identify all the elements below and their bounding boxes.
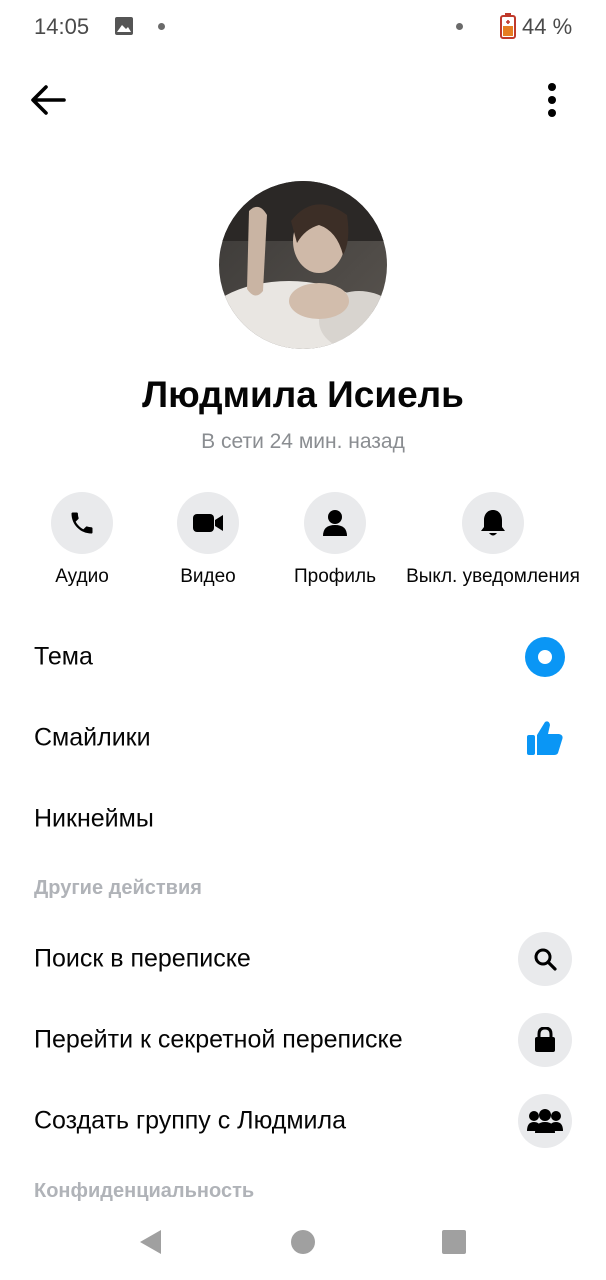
theme-label: Тема xyxy=(34,642,93,671)
group-circle xyxy=(518,1094,572,1148)
arrow-left-icon xyxy=(31,85,66,115)
navigation-bar xyxy=(0,1204,606,1280)
nav-back-button[interactable] xyxy=(132,1226,168,1258)
battery-saver-icon xyxy=(500,13,516,39)
nicknames-row[interactable]: Никнеймы xyxy=(0,779,606,859)
audio-label: Аудио xyxy=(55,566,109,587)
video-call-circle xyxy=(177,492,239,554)
other-actions-header: Другие действия xyxy=(34,877,202,899)
bell-icon xyxy=(481,510,505,536)
status-time: 14:05 xyxy=(34,14,90,39)
emoji-indicator xyxy=(525,718,565,758)
theme-color-icon xyxy=(525,637,565,677)
more-vertical-icon xyxy=(548,83,556,117)
video-icon xyxy=(193,514,223,532)
mute-notifications-circle xyxy=(462,492,524,554)
audio-call-circle xyxy=(51,492,113,554)
audio-call-button[interactable]: Аудио xyxy=(32,492,132,588)
search-circle xyxy=(518,932,572,986)
emoji-row[interactable]: Смайлики xyxy=(0,698,606,778)
video-call-button[interactable]: Видео xyxy=(158,492,258,588)
battery-percent: 44 % xyxy=(522,14,573,39)
emoji-label: Смайлики xyxy=(34,723,151,752)
secret-conversation-row[interactable]: Перейти к секретной переписке xyxy=(0,1000,606,1080)
profile-label: Профиль xyxy=(293,566,377,587)
presence-status: В сети 24 мин. назад xyxy=(201,430,405,453)
status-bar: 14:05 44 % xyxy=(0,0,606,56)
theme-indicator xyxy=(525,637,565,677)
avatar[interactable] xyxy=(219,181,387,349)
more-options-button[interactable] xyxy=(528,74,576,126)
nav-recents-button[interactable] xyxy=(436,1226,472,1258)
person-icon xyxy=(323,510,347,536)
video-label: Видео xyxy=(180,566,236,587)
search-conversation-row[interactable]: Поиск в переписке xyxy=(0,919,606,999)
group-icon xyxy=(527,1109,563,1133)
contact-name: Людмила Исиель xyxy=(142,374,464,415)
mute-notifications-button[interactable]: Выкл. уведомления xyxy=(396,492,590,588)
lock-circle xyxy=(518,1013,572,1067)
square-recents-icon xyxy=(442,1230,466,1254)
profile-button[interactable]: Профиль xyxy=(285,492,385,588)
search-conversation-label: Поиск в переписке xyxy=(34,944,251,973)
secret-conversation-label: Перейти к секретной переписке xyxy=(34,1025,403,1054)
create-group-row[interactable]: Создать группу с Людмила xyxy=(0,1081,606,1161)
privacy-header: Конфиденциальность xyxy=(34,1180,255,1202)
phone-icon xyxy=(71,512,93,534)
thumbs-up-icon xyxy=(527,721,563,755)
avatar-photo xyxy=(219,181,387,349)
circle-home-icon xyxy=(291,1230,315,1254)
triangle-back-icon xyxy=(140,1230,161,1254)
create-group-label: Создать группу с Людмила xyxy=(34,1106,346,1135)
profile-circle xyxy=(304,492,366,554)
notification-dot xyxy=(158,23,165,30)
lock-icon xyxy=(535,1027,555,1052)
gallery-icon xyxy=(115,17,133,35)
nav-home-button[interactable] xyxy=(285,1226,321,1258)
search-icon xyxy=(534,948,557,971)
mute-notifications-label: Выкл. уведомления xyxy=(406,566,580,587)
nicknames-label: Никнеймы xyxy=(34,804,154,833)
back-button[interactable] xyxy=(22,74,74,126)
theme-row[interactable]: Тема xyxy=(0,617,606,697)
notification-dot xyxy=(456,23,463,30)
